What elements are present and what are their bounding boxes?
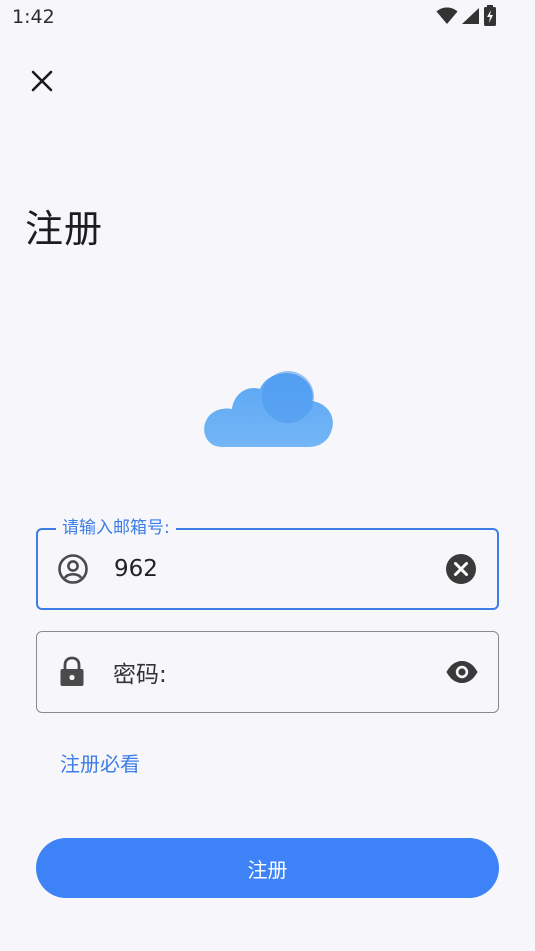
email-field-label: 请输入邮箱号: [56, 516, 176, 540]
page-title: 注册 [25, 207, 104, 251]
must-read-link[interactable]: 注册必看 [60, 748, 140, 777]
close-icon [30, 69, 54, 97]
email-input[interactable]: 962 [114, 556, 158, 582]
signal-icon [461, 7, 480, 29]
clear-circle-icon[interactable] [443, 551, 479, 587]
lock-icon [55, 655, 89, 689]
wifi-icon [436, 7, 458, 29]
status-icons [436, 5, 497, 31]
password-input[interactable]: 密码: [113, 655, 167, 689]
register-button-label: 注册 [247, 857, 288, 882]
email-field[interactable]: 请输入邮箱号: 962 [36, 516, 499, 610]
password-field[interactable]: 密码: [36, 631, 499, 713]
register-button[interactable]: 注册 [36, 838, 499, 898]
status-time: 1:42 [12, 6, 55, 28]
account-circle-icon [56, 552, 90, 586]
status-bar: 1:42 [0, 0, 535, 36]
close-button[interactable] [25, 66, 59, 100]
battery-charging-icon [483, 5, 497, 31]
register-screen: 1:42 注册 请输入邮箱号: 962 密码: 注册必看 注册 [0, 0, 535, 951]
eye-icon[interactable] [444, 654, 480, 690]
cloud-icon [200, 365, 336, 455]
